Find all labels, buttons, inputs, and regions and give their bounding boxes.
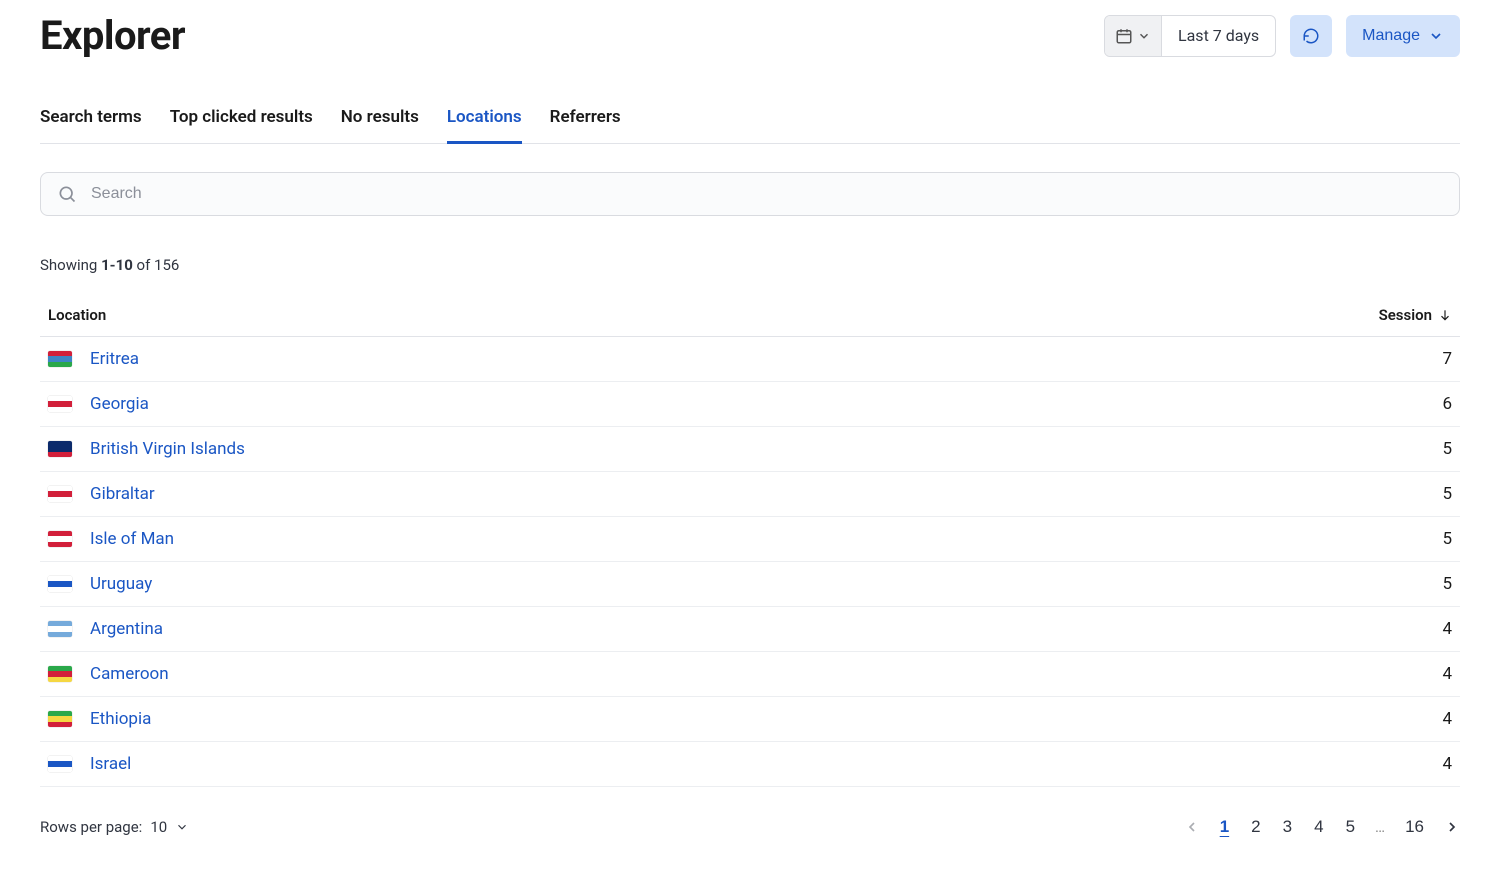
table-row: British Virgin Islands 5 — [40, 427, 1460, 472]
table-row: Ethiopia 4 — [40, 697, 1460, 742]
showing-total: 156 — [154, 256, 179, 274]
search-input[interactable] — [91, 185, 1443, 203]
location-cell: Eritrea — [40, 337, 1040, 382]
search-icon — [57, 184, 77, 204]
location-link[interactable]: Ethiopia — [90, 709, 151, 729]
location-link[interactable]: British Virgin Islands — [90, 439, 245, 459]
tab-locations[interactable]: Locations — [447, 107, 522, 144]
tab-referrers[interactable]: Referrers — [550, 107, 621, 144]
flag-icon — [48, 351, 72, 367]
results-count: Showing 1-10 of 156 — [40, 256, 1460, 274]
pagination-page[interactable]: 3 — [1281, 815, 1294, 839]
chevron-down-icon — [175, 820, 189, 834]
refresh-icon — [1302, 27, 1320, 45]
flag-icon — [48, 486, 72, 502]
session-cell: 5 — [1040, 562, 1460, 607]
location-link[interactable]: Argentina — [90, 619, 163, 639]
header-controls: Last 7 days Manage — [1104, 15, 1460, 57]
table-row: Cameroon 4 — [40, 652, 1460, 697]
flag-icon — [48, 756, 72, 772]
pagination-page[interactable]: 4 — [1312, 815, 1325, 839]
table-row: Israel 4 — [40, 742, 1460, 787]
showing-range: 1-10 — [101, 256, 133, 274]
session-cell: 4 — [1040, 652, 1460, 697]
rows-per-page-selector[interactable]: Rows per page: 10 — [40, 818, 189, 836]
pagination-page[interactable]: 2 — [1249, 815, 1262, 839]
table-row: Eritrea 7 — [40, 337, 1460, 382]
session-cell: 5 — [1040, 472, 1460, 517]
location-cell: Ethiopia — [40, 697, 1040, 742]
col-session[interactable]: Session — [1040, 294, 1460, 337]
location-cell: Cameroon — [40, 652, 1040, 697]
pagination-next[interactable] — [1444, 819, 1460, 835]
showing-prefix: Showing — [40, 256, 101, 274]
location-link[interactable]: Cameroon — [90, 664, 169, 684]
pagination-page[interactable]: 1 — [1218, 815, 1231, 839]
tab-top-clicked-results[interactable]: Top clicked results — [170, 107, 313, 144]
location-cell: Gibraltar — [40, 472, 1040, 517]
location-link[interactable]: Gibraltar — [90, 484, 155, 504]
flag-icon — [48, 711, 72, 727]
pagination: 12345 … 16 — [1184, 815, 1460, 839]
manage-button[interactable]: Manage — [1346, 15, 1460, 57]
table-row: Uruguay 5 — [40, 562, 1460, 607]
flag-icon — [48, 576, 72, 592]
showing-of: of — [133, 256, 154, 274]
table-row: Argentina 4 — [40, 607, 1460, 652]
date-range-picker[interactable]: Last 7 days — [1104, 15, 1276, 57]
flag-icon — [48, 621, 72, 637]
flag-icon — [48, 396, 72, 412]
tab-no-results[interactable]: No results — [341, 107, 419, 144]
calendar-icon-section — [1105, 16, 1162, 56]
pagination-page[interactable]: 16 — [1403, 815, 1426, 839]
location-link[interactable]: Eritrea — [90, 349, 139, 369]
session-cell: 5 — [1040, 517, 1460, 562]
session-cell: 7 — [1040, 337, 1460, 382]
rows-per-page-label: Rows per page: — [40, 818, 142, 836]
session-cell: 4 — [1040, 607, 1460, 652]
location-cell: Argentina — [40, 607, 1040, 652]
session-cell: 4 — [1040, 742, 1460, 787]
flag-icon — [48, 441, 72, 457]
pagination-ellipsis: … — [1375, 818, 1385, 836]
location-link[interactable]: Georgia — [90, 394, 149, 414]
table-row: Isle of Man 5 — [40, 517, 1460, 562]
table-footer: Rows per page: 10 12345 … 16 — [40, 815, 1460, 839]
locations-table: Location Session Eritrea7Georgia6British… — [40, 294, 1460, 787]
date-range-label: Last 7 days — [1162, 26, 1275, 45]
manage-button-label: Manage — [1362, 27, 1420, 45]
location-link[interactable]: Israel — [90, 754, 131, 774]
session-cell: 5 — [1040, 427, 1460, 472]
flag-icon — [48, 666, 72, 682]
location-cell: Isle of Man — [40, 517, 1040, 562]
location-cell: Israel — [40, 742, 1040, 787]
flag-icon — [48, 531, 72, 547]
tab-search-terms[interactable]: Search terms — [40, 107, 142, 144]
pagination-prev — [1184, 819, 1200, 835]
page-header: Explorer Last 7 days Manage — [40, 12, 1460, 59]
refresh-button[interactable] — [1290, 15, 1332, 57]
location-link[interactable]: Uruguay — [90, 574, 152, 594]
session-cell: 4 — [1040, 697, 1460, 742]
rows-per-page-value: 10 — [150, 818, 167, 836]
search-box[interactable] — [40, 172, 1460, 216]
location-cell: Georgia — [40, 382, 1040, 427]
table-row: Gibraltar 5 — [40, 472, 1460, 517]
pagination-page[interactable]: 5 — [1344, 815, 1357, 839]
tabs: Search terms Top clicked results No result… — [40, 107, 1460, 144]
col-session-label: Session — [1379, 306, 1432, 324]
table-row: Georgia 6 — [40, 382, 1460, 427]
col-location[interactable]: Location — [40, 294, 1040, 337]
arrow-down-icon — [1438, 308, 1452, 322]
location-link[interactable]: Isle of Man — [90, 529, 174, 549]
location-cell: Uruguay — [40, 562, 1040, 607]
chevron-down-icon — [1428, 28, 1444, 44]
chevron-down-icon — [1137, 29, 1151, 43]
calendar-icon — [1115, 27, 1133, 45]
page-title: Explorer — [40, 12, 185, 59]
session-cell: 6 — [1040, 382, 1460, 427]
location-cell: British Virgin Islands — [40, 427, 1040, 472]
